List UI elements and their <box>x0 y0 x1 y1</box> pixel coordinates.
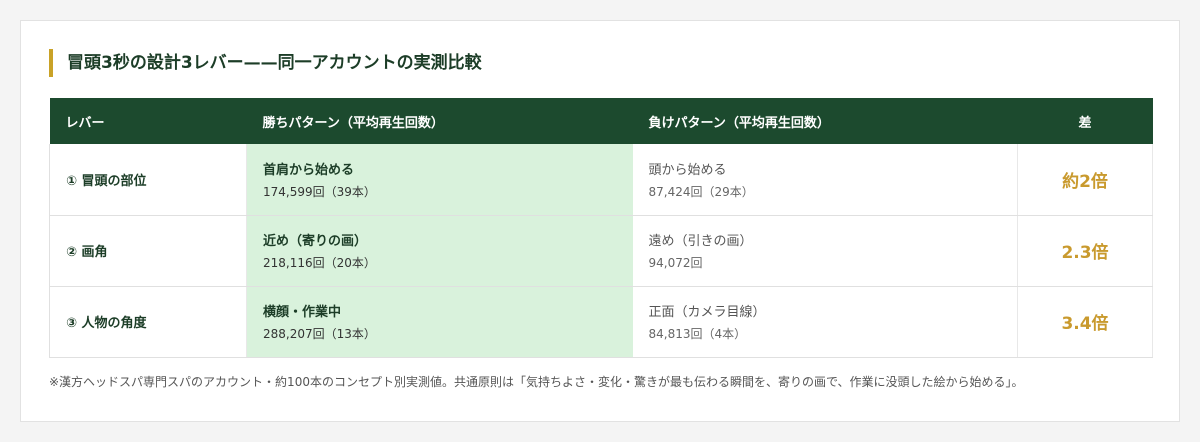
lose-pattern-label: 正面（カメラ目線） <box>648 305 766 320</box>
difference-value: 2.3倍 <box>1017 215 1153 287</box>
lose-cell: 正面（カメラ目線） 84,813回（4本） <box>632 286 1018 358</box>
win-pattern-label: 近め（寄りの画） <box>263 234 368 249</box>
footnote: ※漢方ヘッドスパ専門スパのアカウント・約100本のコンセプト別実測値。共通原則は… <box>49 375 1024 389</box>
table-row: ① 冒頭の部位 首肩から始める 174,599回（39本） 頭から始める 87,… <box>49 144 1153 216</box>
win-cell: 近め（寄りの画） 218,116回（20本） <box>246 215 633 287</box>
lever-cell: ③ 人物の角度 <box>49 286 247 358</box>
win-cell: 首肩から始める 174,599回（39本） <box>246 144 633 216</box>
lose-cell: 遠め（引きの画） 94,072回 <box>632 215 1018 287</box>
lose-pattern-views: 84,813回（4本） <box>648 327 747 341</box>
table-row: ② 画角 近め（寄りの画） 218,116回（20本） 遠め（引きの画） 94,… <box>49 215 1153 287</box>
lose-pattern-label: 遠め（引きの画） <box>648 234 753 249</box>
lose-cell: 頭から始める 87,424回（29本） <box>632 144 1018 216</box>
lever-cell: ② 画角 <box>49 215 247 287</box>
lever-cell: ① 冒頭の部位 <box>49 144 247 216</box>
lose-pattern-views: 94,072回 <box>648 256 703 270</box>
comparison-card: 冒頭3秒の設計3レバー——同一アカウントの実測比較 レバー 勝ちパターン（平均再… <box>20 20 1180 422</box>
lose-pattern-label: 頭から始める <box>648 162 727 178</box>
table-header-row: レバー 勝ちパターン（平均再生回数） 負けパターン（平均再生回数） 差 <box>49 98 1153 144</box>
difference-value: 3.4倍 <box>1017 286 1153 358</box>
section-title: 冒頭3秒の設計3レバー——同一アカウントの実測比較 <box>49 49 482 77</box>
table-row: ③ 人物の角度 横顔・作業中 288,207回（13本） 正面（カメラ目線） 8… <box>49 286 1153 358</box>
header-lose-pattern: 負けパターン（平均再生回数） <box>648 115 830 131</box>
lose-pattern-views: 87,424回（29本） <box>648 184 754 199</box>
difference-value: 約2倍 <box>1017 144 1153 216</box>
win-pattern-label: 横顔・作業中 <box>263 305 342 320</box>
win-pattern-views: 288,207回（13本） <box>263 327 376 341</box>
header-lever: レバー <box>65 115 105 131</box>
win-pattern-label: 首肩から始める <box>263 162 355 178</box>
win-pattern-views: 174,599回（39本） <box>263 184 376 199</box>
comparison-table: レバー 勝ちパターン（平均再生回数） 負けパターン（平均再生回数） 差 ① 冒頭… <box>49 98 1153 358</box>
win-pattern-views: 218,116回（20本） <box>263 256 376 270</box>
header-win-pattern: 勝ちパターン（平均再生回数） <box>262 115 444 131</box>
win-cell: 横顔・作業中 288,207回（13本） <box>246 286 633 358</box>
header-difference: 差 <box>1078 115 1092 131</box>
